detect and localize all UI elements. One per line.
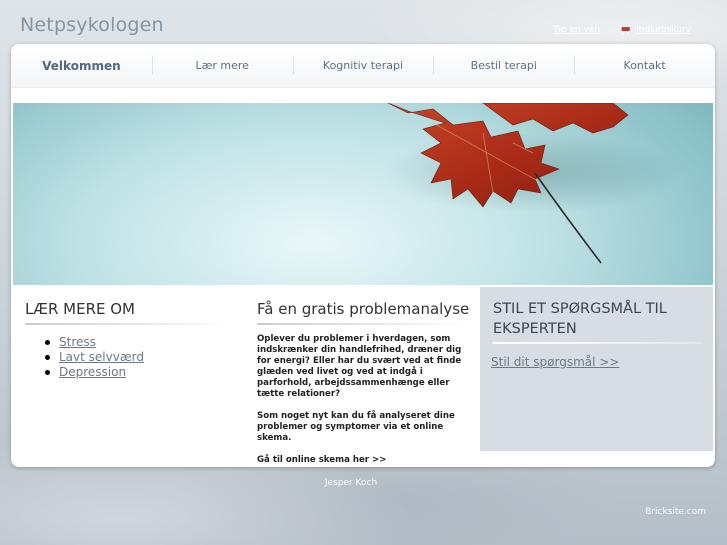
online-schema-link[interactable]: Gå til online skema her >> [257, 455, 471, 466]
heading-divider [257, 323, 471, 325]
problem-analysis-text: Oplever du problemer i hverdagen, som in… [257, 334, 471, 466]
cart-link[interactable]: Indkøbskurv [636, 25, 691, 35]
nav-item-kognitiv-terapi[interactable]: Kognitiv terapi [292, 56, 434, 74]
footer-author: Jesper Koch [324, 478, 378, 488]
nav-item-velkommen[interactable]: Velkommen [11, 59, 152, 73]
ask-expert-column: STIL ET SPØRGSMÅL TIL EKSPERTEN Stil dit… [480, 287, 713, 451]
hero-banner [13, 103, 713, 285]
cart-link-wrapper[interactable]: Indkøbskurv [618, 24, 691, 35]
online-schema-paragraph: Som noget nyt kan du få analyseret dine … [257, 411, 455, 443]
list-item: Lavt selvværd [45, 350, 235, 365]
problem-analysis-heading: Få en gratis problemanalyse [257, 300, 470, 318]
tip-link[interactable]: Tip en ven [553, 25, 600, 35]
list-item: Depression [45, 365, 235, 380]
main-nav: Velkommen Lær mere Kognitiv terapi Besti… [11, 44, 715, 88]
problem-analysis-column: Få en gratis problemanalyse Oplever du p… [257, 287, 471, 467]
site-title: Netpsykologen [20, 14, 164, 36]
nav-item-kontakt[interactable]: Kontakt [574, 56, 715, 74]
ask-question-link[interactable]: Stil dit spørgsmål >> [491, 355, 713, 369]
bullet-icon [45, 340, 50, 345]
bullet-icon [45, 370, 50, 375]
learn-more-column: LÆR MERE OM Stress Lavt selvværd Depress… [25, 287, 235, 380]
bullet-icon [45, 355, 50, 360]
topic-link-depression[interactable]: Depression [59, 365, 126, 380]
maple-leaf-image [383, 103, 683, 264]
heading-divider [25, 323, 235, 325]
nav-item-bestil-terapi[interactable]: Bestil terapi [433, 56, 574, 74]
shopping-cart-icon [618, 24, 632, 35]
topic-link-stress[interactable]: Stress [59, 335, 96, 350]
topic-list: Stress Lavt selvværd Depression [45, 335, 235, 380]
ask-expert-heading: STIL ET SPØRGSMÅL TIL EKSPERTEN [493, 301, 667, 337]
nav-item-laer-mere[interactable]: Lær mere [151, 56, 293, 74]
intro-paragraph: Oplever du problemer i hverdagen, som in… [257, 334, 462, 399]
top-links: Tip en ven Indkøbskurv [553, 24, 691, 35]
learn-more-heading: LÆR MERE OM [25, 300, 135, 318]
heading-divider [493, 342, 701, 344]
list-item: Stress [45, 335, 235, 350]
content-panel: Velkommen Lær mere Kognitiv terapi Besti… [11, 44, 715, 467]
footer-brand-link[interactable]: Bricksite.com [645, 507, 706, 517]
topic-link-lavt-selvvaerd[interactable]: Lavt selvværd [59, 350, 144, 365]
